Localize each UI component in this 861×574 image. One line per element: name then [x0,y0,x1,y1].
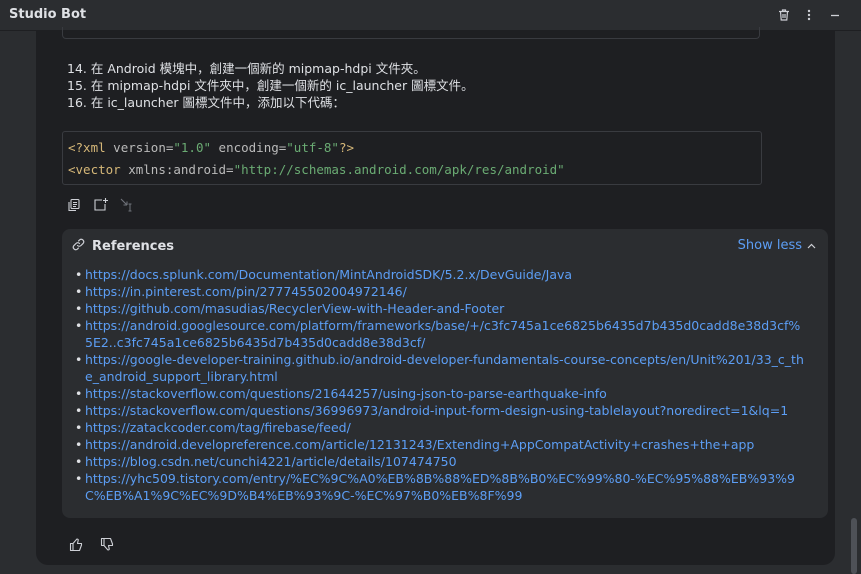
trash-icon[interactable] [775,6,793,24]
list-item: • https://stackoverflow.com/questions/369… [75,402,815,419]
code-token: "http://schemas.android.com/apk/res/andr… [233,162,565,177]
show-less-label: Show less [737,238,802,253]
bullet: • [75,318,83,333]
previous-code-block [62,27,760,39]
reference-link[interactable]: https://yhc509.tistory.com/entry/%EC%9C%… [85,470,805,504]
copy-icon[interactable] [67,197,83,213]
reference-link[interactable]: https://android.googlesource.com/platfor… [85,317,805,351]
step-15: 15. 在 mipmap-hdpi 文件夾中，創建一個新的 ic_launche… [67,78,474,93]
chevron-up-icon [807,243,816,249]
list-item: • https://docs.splunk.com/Documentation/M… [75,266,815,283]
code-line-2: <vector xmlns:android="http://schemas.an… [68,162,565,177]
chat-content: 14. 在 Android 模塊中，創建一個新的 mipmap-hdpi 文件夾… [0,27,861,574]
insert-at-cursor-icon[interactable] [119,197,135,213]
step-16: 16. 在 ic_launcher 圖標文件中，添加以下代碼： [67,95,345,110]
code-token: xmlns:android= [120,162,234,177]
minimize-icon[interactable] [826,6,844,24]
window-title: Studio Bot [9,7,87,22]
code-token: "1.0" [173,140,212,155]
references-title: References [92,238,175,254]
reference-link[interactable]: https://zatackcoder.com/tag/firebase/fee… [85,419,805,436]
list-item: • https://github.com/masudias/RecyclerVie… [75,300,815,317]
list-item: • https://yhc509.tistory.com/entry/%EC%9C… [75,470,815,504]
thumbs-up-icon[interactable] [69,537,85,553]
bullet: • [75,352,83,367]
list-item: • https://zatackcoder.com/tag/firebase/fe… [75,419,815,436]
thumbs-down-icon[interactable] [100,537,116,553]
code-token: ?> [338,140,355,155]
code-token: <vector [68,162,121,177]
reference-link[interactable]: https://stackoverflow.com/questions/3699… [85,402,805,419]
bot-message: 14. 在 Android 模塊中，創建一個新的 mipmap-hdpi 文件夾… [36,27,835,565]
code-token: <?xml [68,140,106,155]
reference-link[interactable]: https://stackoverflow.com/questions/2164… [85,385,805,402]
bullet: • [75,471,83,486]
code-token: "utf-8" [286,140,339,155]
code-block[interactable]: <?xml version="1.0" encoding="utf-8"?> <… [62,131,762,185]
show-less-button[interactable]: Show less [738,238,816,253]
reference-link[interactable]: https://android.developreference.com/art… [85,436,805,453]
step-14: 14. 在 Android 模塊中，創建一個新的 mipmap-hdpi 文件夾… [67,61,426,76]
code-line-1: <?xml version="1.0" encoding="utf-8"?> [68,140,354,155]
list-item: • https://in.pinterest.com/pin/2777455020… [75,283,815,300]
bullet: • [75,454,83,469]
bullet: • [75,284,83,299]
reference-link[interactable]: https://google-developer-training.github… [85,351,805,385]
reference-link[interactable]: https://docs.splunk.com/Documentation/Mi… [85,266,805,283]
reference-link[interactable]: https://in.pinterest.com/pin/27774550200… [85,283,805,300]
references-header: References [71,237,174,255]
bullet: • [75,437,83,452]
references-list: • https://docs.splunk.com/Documentation/M… [75,266,815,504]
bullet: • [75,301,83,316]
code-token: version= [105,140,174,155]
list-item: • https://blog.csdn.net/cunchi4221/articl… [75,453,815,470]
insert-file-icon[interactable] [93,197,109,213]
scrollbar-thumb[interactable] [851,518,857,574]
code-token: encoding= [211,140,287,155]
kebab-icon[interactable] [800,6,818,24]
list-item: • https://google-developer-training.githu… [75,351,815,385]
link-icon [71,237,86,256]
bullet: • [75,386,83,401]
references-card: References Show less • https://docs.splun… [62,229,828,518]
list-item: • https://android.googlesource.com/platfo… [75,317,815,351]
list-item: • https://stackoverflow.com/questions/216… [75,385,815,402]
bullet: • [75,403,83,418]
bullet: • [75,420,83,435]
bullet: • [75,267,83,282]
list-item: • https://android.developreference.com/ar… [75,436,815,453]
reference-link[interactable]: https://github.com/masudias/RecyclerView… [85,300,805,317]
reference-link[interactable]: https://blog.csdn.net/cunchi4221/article… [85,453,805,470]
instruction-steps: 14. 在 Android 模塊中，創建一個新的 mipmap-hdpi 文件夾… [67,60,474,111]
